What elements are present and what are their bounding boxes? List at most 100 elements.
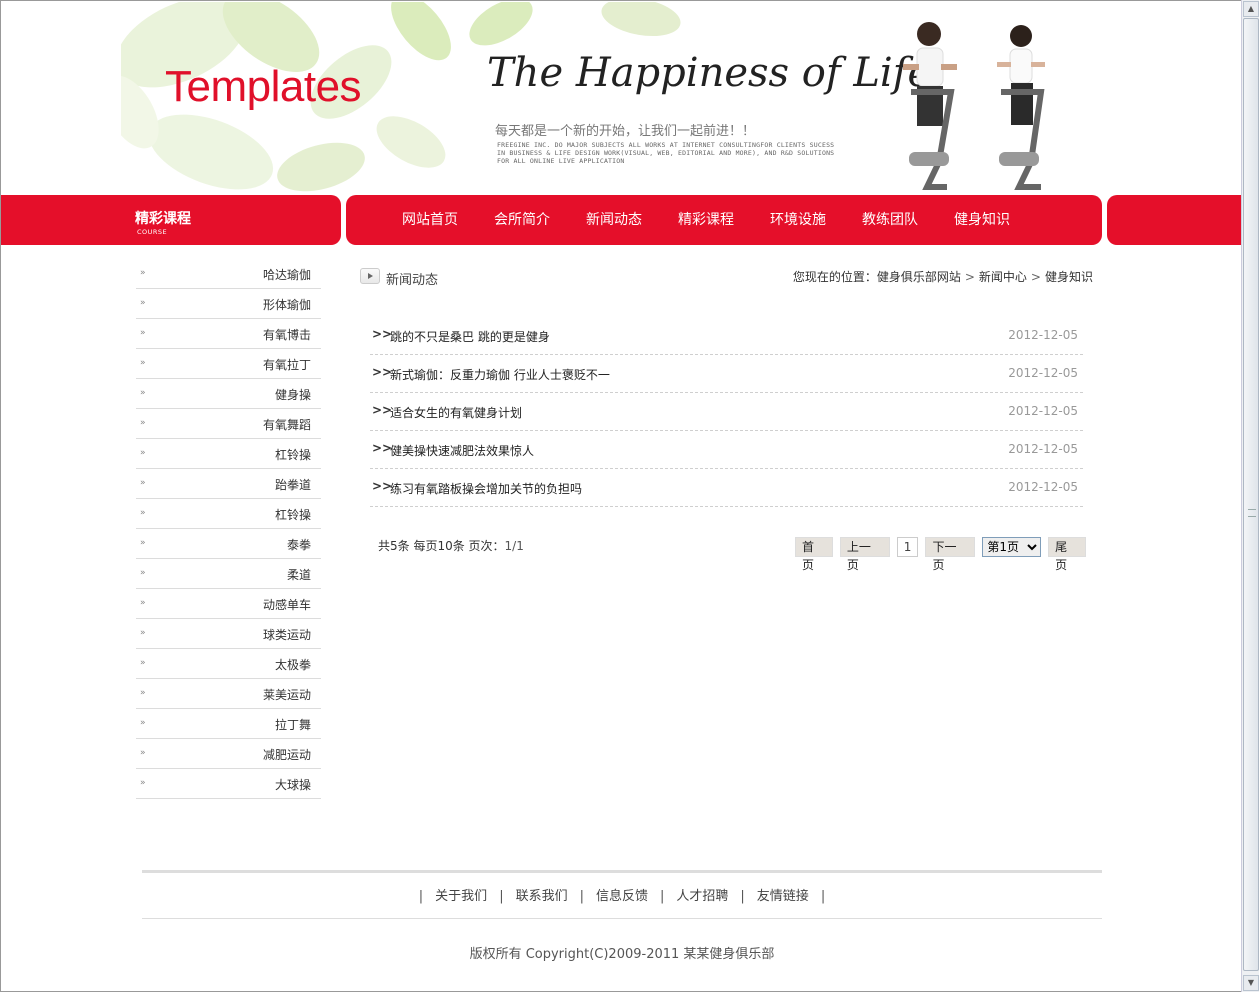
sidebar-item[interactable]: » 哈达瑜伽 <box>136 259 321 289</box>
sidebar-item-label[interactable]: 莱美运动 <box>263 686 311 703</box>
next-page-button[interactable]: 下一页 <box>925 537 976 572</box>
scroll-down-icon[interactable]: ▼ <box>1243 975 1259 991</box>
nav-item-courses[interactable]: 精彩课程 <box>678 195 734 245</box>
sidebar-item[interactable]: » 有氧拉丁 <box>136 349 321 379</box>
double-arrow-icon: » <box>140 358 146 368</box>
section-title: 精彩课程 <box>135 211 191 227</box>
footer-links: | 关于我们 | 联系我们 | 信息反馈 | 人才招聘 | 友情链接 | <box>142 885 1102 904</box>
news-title[interactable]: 适合女生的有氧健身计划 <box>390 404 522 421</box>
section-heading: 新闻动态 <box>386 273 439 288</box>
news-date: 2012-12-05 <box>1008 328 1078 342</box>
sidebar-item-label[interactable]: 跆拳道 <box>275 476 311 493</box>
nav-item-facilities[interactable]: 环境设施 <box>770 195 826 245</box>
sidebar-item[interactable]: » 形体瑜伽 <box>136 289 321 319</box>
sidebar-item-label[interactable]: 大球操 <box>275 776 311 793</box>
section-title-block: 精彩课程 COURSE <box>1 195 341 245</box>
first-page-button[interactable]: 首页 <box>795 537 833 572</box>
scroll-up-icon[interactable]: ▲ <box>1243 1 1259 17</box>
sidebar-item[interactable]: » 泰拳 <box>136 529 321 559</box>
sidebar-item-label[interactable]: 拉丁舞 <box>275 716 311 733</box>
footer-link-jobs[interactable]: 人才招聘 <box>676 889 728 904</box>
sidebar-item-label[interactable]: 杠铃操 <box>275 446 311 463</box>
sidebar-item-label[interactable]: 动感单车 <box>263 596 311 613</box>
double-arrow-icon: » <box>140 448 146 458</box>
sidebar-item[interactable]: » 动感单车 <box>136 589 321 619</box>
double-arrow-icon: » <box>140 388 146 398</box>
sidebar-item-label[interactable]: 柔道 <box>287 566 311 583</box>
header-banner: Templates The Happiness of Life 每天都是一个新的… <box>121 2 1241 195</box>
news-title[interactable]: 跳的不只是桑巴 跳的更是健身 <box>390 328 550 345</box>
fitness-people-image <box>903 22 1045 190</box>
sidebar-item[interactable]: » 有氧博击 <box>136 319 321 349</box>
list-item: >> 适合女生的有氧健身计划 2012-12-05 <box>370 393 1083 431</box>
sidebar-item[interactable]: » 减肥运动 <box>136 739 321 769</box>
nav-item-news[interactable]: 新闻动态 <box>586 195 642 245</box>
news-title[interactable]: 新式瑜伽：反重力瑜伽 行业人士褒贬不一 <box>390 366 610 383</box>
sidebar-item[interactable]: » 健身操 <box>136 379 321 409</box>
sidebar-item[interactable]: » 跆拳道 <box>136 469 321 499</box>
sidebar-item-label[interactable]: 太极拳 <box>275 656 311 673</box>
pager-info: 共5条 每页10条 页次：1/1 <box>378 537 524 554</box>
news-title[interactable]: 练习有氧踏板操会增加关节的负担吗 <box>390 480 582 497</box>
sidebar-item[interactable]: » 杠铃操 <box>136 439 321 469</box>
double-arrow-icon: » <box>140 748 146 758</box>
vertical-scrollbar[interactable]: ▲ ▼ <box>1241 0 1259 992</box>
sidebar-item[interactable]: » 太极拳 <box>136 649 321 679</box>
breadcrumb-current[interactable]: 健身知识 <box>1045 270 1093 284</box>
prev-page-button[interactable]: 上一页 <box>839 537 890 572</box>
sidebar-item-label[interactable]: 有氧舞蹈 <box>263 416 311 433</box>
browser-page: Templates The Happiness of Life 每天都是一个新的… <box>0 0 1241 992</box>
sidebar-item[interactable]: » 球类运动 <box>136 619 321 649</box>
sidebar-item[interactable]: » 柔道 <box>136 559 321 589</box>
sidebar-item[interactable]: » 拉丁舞 <box>136 709 321 739</box>
double-arrow-icon: » <box>140 778 146 788</box>
chevron-right-icon: > <box>1030 270 1041 284</box>
divider: | <box>579 889 584 904</box>
page-number-button[interactable]: 1 <box>896 537 919 557</box>
sidebar-item-label[interactable]: 杠铃操 <box>275 506 311 523</box>
nav-item-knowledge[interactable]: 健身知识 <box>954 195 1010 245</box>
sidebar-item-label[interactable]: 有氧博击 <box>263 326 311 343</box>
footer-link-feedback[interactable]: 信息反馈 <box>596 889 648 904</box>
sidebar-item-label[interactable]: 哈达瑜伽 <box>263 266 311 283</box>
site-logo[interactable]: Templates <box>165 62 362 112</box>
breadcrumb-prefix: 您现在的位置： <box>792 270 877 284</box>
divider: | <box>660 889 665 904</box>
sidebar-item[interactable]: » 大球操 <box>136 769 321 799</box>
sidebar-item-label[interactable]: 健身操 <box>275 386 311 403</box>
sidebar-item-label[interactable]: 泰拳 <box>287 536 311 553</box>
nav-item-about[interactable]: 会所简介 <box>494 195 550 245</box>
page-select[interactable]: 第1页 <box>982 537 1042 557</box>
double-arrow-icon: » <box>140 418 146 428</box>
breadcrumb: 您现在的位置：健身俱乐部网站 > 新闻中心 > 健身知识 <box>793 268 1093 285</box>
sidebar-item-label[interactable]: 形体瑜伽 <box>263 296 311 313</box>
pager-summary: 共5条 每页10条 页次： <box>378 539 505 553</box>
nav-item-coaches[interactable]: 教练团队 <box>862 195 918 245</box>
breadcrumb-news-center[interactable]: 新闻中心 <box>979 270 1027 284</box>
scrollbar-thumb[interactable] <box>1243 18 1259 971</box>
footer-link-friends[interactable]: 友情链接 <box>757 889 809 904</box>
last-page-button[interactable]: 尾页 <box>1048 537 1087 572</box>
news-title[interactable]: 健美操快速减肥法效果惊人 <box>390 442 534 459</box>
sidebar-item-label[interactable]: 减肥运动 <box>263 746 311 763</box>
nav-item-home[interactable]: 网站首页 <box>402 195 458 245</box>
double-arrow-icon: » <box>140 658 146 668</box>
sidebar-item-label[interactable]: 有氧拉丁 <box>263 356 311 373</box>
sidebar-item-label[interactable]: 球类运动 <box>263 626 311 643</box>
slogan-description: FREEGINE INC. DO MAJOR SUBJECTS ALL WORK… <box>497 141 835 165</box>
double-arrow-icon: » <box>140 268 146 278</box>
sidebar-item[interactable]: » 杠铃操 <box>136 499 321 529</box>
sidebar-item[interactable]: » 有氧舞蹈 <box>136 409 321 439</box>
news-list: >> 跳的不只是桑巴 跳的更是健身 2012-12-05 >> 新式瑜伽：反重力… <box>370 317 1083 507</box>
double-arrow-icon: » <box>140 568 146 578</box>
sidebar-item[interactable]: » 莱美运动 <box>136 679 321 709</box>
footer-link-about[interactable]: 关于我们 <box>435 889 487 904</box>
list-item: >> 跳的不只是桑巴 跳的更是健身 2012-12-05 <box>370 317 1083 355</box>
divider: | <box>499 889 504 904</box>
divider: | <box>820 889 826 904</box>
breadcrumb-home[interactable]: 健身俱乐部网站 <box>877 270 961 284</box>
footer-link-contact[interactable]: 联系我们 <box>516 889 568 904</box>
divider: | <box>740 889 745 904</box>
double-arrow-icon: » <box>140 478 146 488</box>
chevron-right-icon: > <box>964 270 975 284</box>
